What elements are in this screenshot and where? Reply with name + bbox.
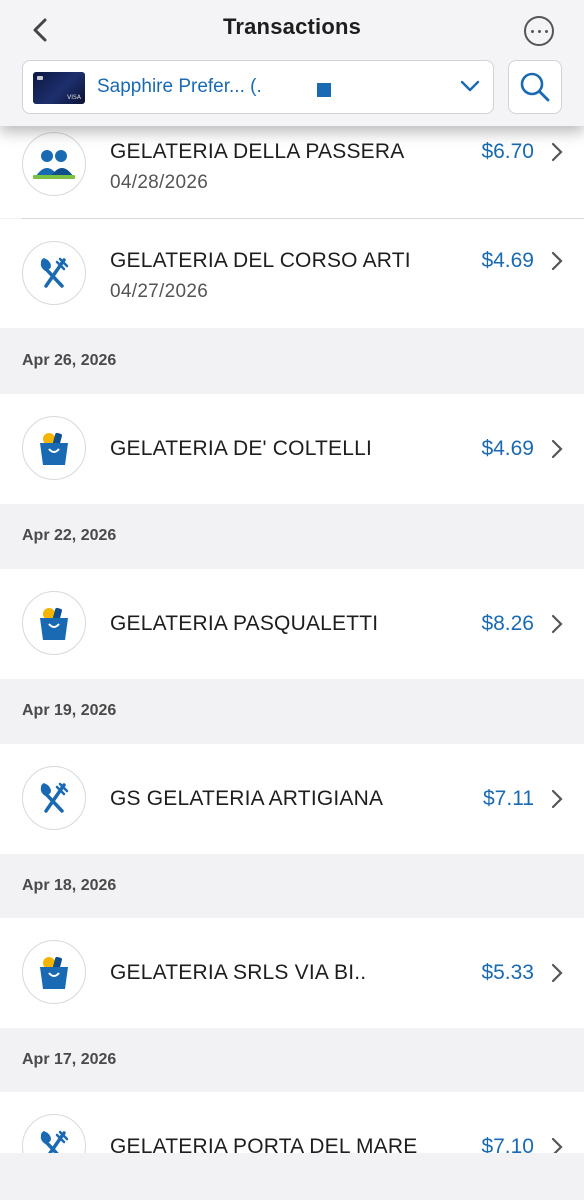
- merchant-name: GELATERIA DEL CORSO ARTI: [110, 249, 411, 272]
- ellipsis-dot: [544, 29, 548, 33]
- search-icon: [520, 72, 550, 102]
- transaction-row[interactable]: GELATERIA DE' COLTELLI $4.69: [0, 394, 584, 504]
- chevron-right-icon: [551, 251, 563, 271]
- search-button[interactable]: [508, 60, 562, 114]
- merchant-name: GELATERIA DELLA PASSERA: [110, 140, 405, 163]
- transaction-date: 04/27/2026: [110, 281, 209, 302]
- fork-spoon-icon: [22, 241, 86, 305]
- ellipsis-dot: [537, 29, 541, 33]
- section-date-header: Apr 18, 2026: [22, 877, 117, 894]
- transaction-row[interactable]: GELATERIA DELLA PASSERA 04/28/2026 $6.70: [0, 110, 584, 218]
- card-image: VISA: [33, 72, 85, 104]
- merchant-name: GS GELATERIA ARTIGIANA: [110, 787, 384, 810]
- chevron-right-icon: [551, 439, 563, 459]
- section-date-header: Apr 17, 2026: [22, 1051, 117, 1068]
- shopping-bag-icon: [22, 940, 86, 1004]
- page-title: Transactions: [222, 14, 362, 39]
- section-date-header: Apr 22, 2026: [22, 527, 117, 544]
- shopping-bag-icon: [22, 416, 86, 480]
- transaction-amount: $5.33: [481, 961, 534, 984]
- chevron-right-icon: [551, 789, 563, 809]
- chevron-right-icon: [551, 963, 563, 983]
- transaction-amount: $6.70: [481, 140, 534, 163]
- card-chip: [37, 76, 43, 80]
- transaction-amount: $7.11: [483, 787, 534, 810]
- merchant-name: GELATERIA SRLS VIA BI..: [110, 961, 367, 984]
- transaction-row[interactable]: GELATERIA PASQUALETTI $8.26: [0, 569, 584, 679]
- shopping-bag-icon: [22, 591, 86, 655]
- account-name: Sapphire Prefer... (.: [97, 76, 262, 97]
- transaction-row[interactable]: GELATERIA DEL CORSO ARTI 04/27/2026 $4.6…: [0, 219, 584, 328]
- section-date-header: Apr 19, 2026: [22, 702, 117, 719]
- top-bar: Transactions VISA Sapphire Prefer... (.: [0, 0, 584, 126]
- transactions-screen: GELATERIA DELLA PASSERA 04/28/2026 $6.70…: [0, 0, 584, 1200]
- card-brand: VISA: [67, 94, 81, 101]
- chevron-down-icon: [460, 80, 480, 92]
- transaction-amount: $4.69: [481, 437, 534, 460]
- redacted-mark: [317, 83, 331, 97]
- account-selector[interactable]: VISA Sapphire Prefer... (.: [22, 60, 494, 114]
- merchant-name: GELATERIA DE' COLTELLI: [110, 437, 373, 460]
- more-options-button[interactable]: [524, 16, 554, 46]
- transaction-amount: $4.69: [481, 249, 534, 272]
- bottom-safe-area: [0, 1153, 584, 1200]
- people-icon: [22, 132, 86, 196]
- transaction-row[interactable]: GELATERIA SRLS VIA BI.. $5.33: [0, 918, 584, 1028]
- section-date-header: Apr 26, 2026: [22, 352, 117, 369]
- merchant-name: GELATERIA PASQUALETTI: [110, 612, 379, 635]
- transaction-date: 04/28/2026: [110, 172, 209, 193]
- fork-spoon-icon: [22, 766, 86, 830]
- transaction-row[interactable]: GS GELATERIA ARTIGIANA $7.11: [0, 744, 584, 854]
- transaction-amount: $8.26: [481, 612, 534, 635]
- chevron-right-icon: [551, 142, 563, 162]
- chevron-right-icon: [551, 614, 563, 634]
- ellipsis-dot: [530, 29, 534, 33]
